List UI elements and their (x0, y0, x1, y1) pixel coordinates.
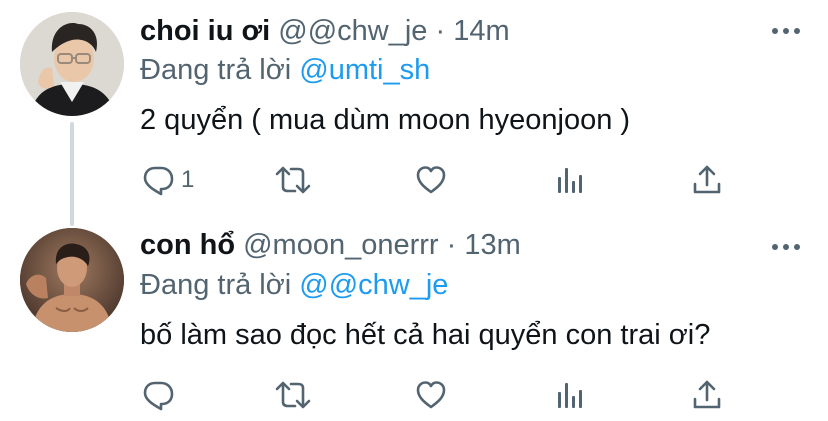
reply-icon (141, 378, 175, 412)
retweet-icon (274, 378, 312, 412)
user-handle[interactable]: @moon_onerrr (243, 229, 438, 261)
tweet-actions (0, 377, 828, 413)
tweet-actions: 1 (0, 162, 828, 198)
retweet-icon (274, 163, 312, 197)
tweet-header: con hổ @moon_onerrr · 13m (140, 228, 521, 262)
share-button[interactable] (690, 162, 724, 198)
replying-to: Đang trả lời @umti_sh (140, 53, 430, 87)
timestamp[interactable]: 14m (453, 15, 509, 47)
reply-button[interactable] (141, 377, 181, 413)
share-icon (690, 163, 724, 197)
reply-count: 1 (181, 166, 195, 193)
more-options-icon[interactable] (770, 24, 802, 36)
avatar[interactable] (20, 228, 124, 332)
retweet-button[interactable] (274, 162, 312, 198)
like-icon (414, 163, 448, 197)
like-button[interactable] (414, 162, 448, 198)
analytics-icon (555, 163, 585, 197)
analytics-icon (555, 378, 585, 412)
tweet-text: bố làm sao đọc hết cả hai quyển con trai… (140, 319, 711, 351)
reply-icon (141, 163, 175, 197)
analytics-button[interactable] (555, 377, 585, 413)
analytics-button[interactable] (555, 162, 585, 198)
tweet-item[interactable]: con hổ @moon_onerrr · 13m Đang trả lời @… (0, 212, 828, 421)
avatar[interactable] (20, 12, 124, 116)
like-icon (414, 378, 448, 412)
replying-to-label: Đang trả lời (140, 54, 292, 86)
reply-button[interactable]: 1 (141, 162, 194, 198)
mention-link[interactable]: @@chw_je (299, 269, 448, 301)
display-name[interactable]: con hổ (140, 229, 235, 261)
mention-link[interactable]: @umti_sh (299, 54, 430, 86)
retweet-button[interactable] (274, 377, 312, 413)
share-icon (690, 378, 724, 412)
separator-dot: · (446, 229, 457, 261)
display-name[interactable]: choi iu ơi (140, 15, 270, 47)
timestamp[interactable]: 13m (464, 229, 520, 261)
replying-to-label: Đang trả lời (140, 269, 292, 301)
share-button[interactable] (690, 377, 724, 413)
tweet-text: 2 quyển ( mua dùm moon hyeonjoon ) (140, 104, 631, 136)
tweet-item[interactable]: choi iu ơi @@chw_je · 14m Đang trả lời @… (0, 0, 828, 226)
tweet-header: choi iu ơi @@chw_je · 14m (140, 14, 510, 48)
replying-to: Đang trả lời @@chw_je (140, 268, 448, 302)
like-button[interactable] (414, 377, 448, 413)
user-handle[interactable]: @@chw_je (278, 15, 427, 47)
more-options-icon[interactable] (770, 240, 802, 252)
separator-dot: · (435, 15, 446, 47)
